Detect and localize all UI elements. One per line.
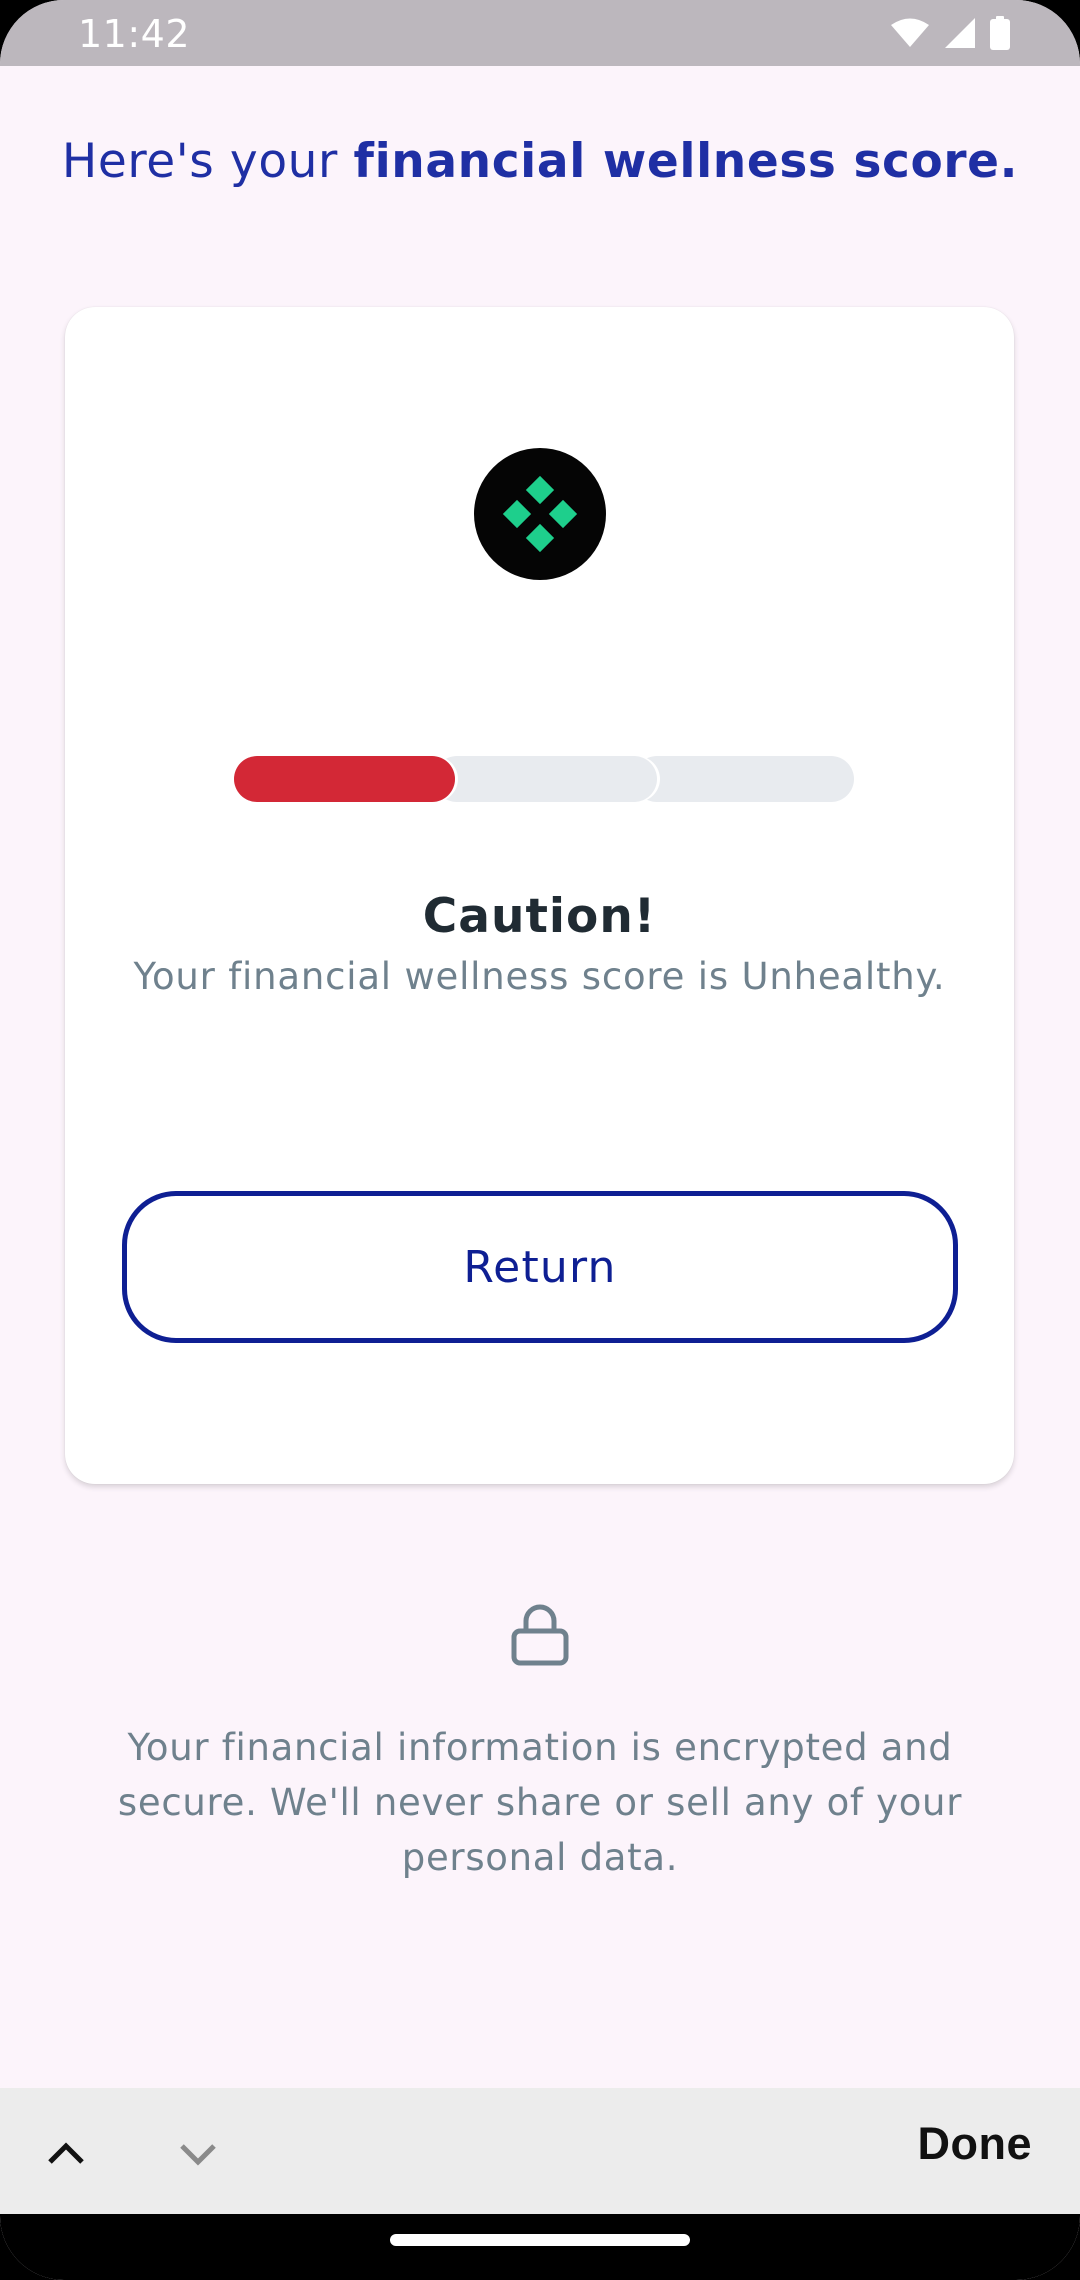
battery-icon [990, 16, 1010, 50]
score-bar [234, 756, 854, 802]
return-button[interactable]: Return [122, 1191, 958, 1343]
app-screen: 11:42 Here's your financial wellness sco… [0, 0, 1080, 2280]
score-card: Caution! Your financial wellness score i… [65, 307, 1014, 1484]
status-icons [890, 16, 1010, 50]
headline-emphasis: financial wellness score. [353, 134, 1019, 189]
lock-icon [511, 1604, 569, 1666]
diamond-grid-logo-icon [474, 448, 606, 580]
chevron-down-icon[interactable] [176, 2132, 220, 2176]
score-segment-3 [634, 756, 854, 802]
headline-prefix: Here's your [61, 134, 354, 189]
home-indicator[interactable] [390, 2234, 690, 2246]
signal-icon [945, 18, 975, 48]
status-time: 11:42 [78, 12, 191, 56]
done-button[interactable]: Done [918, 2118, 1033, 2170]
score-segment-1-filled [234, 756, 455, 802]
score-segment-2 [434, 756, 657, 802]
score-status-title: Caution! [422, 889, 657, 944]
security-notice: Your financial information is encrypted … [117, 1726, 963, 1879]
page-headline: Here's your financial wellness score. [0, 134, 1080, 189]
keyboard-accessory-bar: Done [0, 2088, 1080, 2214]
score-status-subtitle: Your financial wellness score is Unhealt… [133, 955, 946, 998]
navigation-bar [0, 2214, 1080, 2280]
chevron-up-icon[interactable] [44, 2132, 88, 2176]
status-bar: 11:42 [0, 0, 1080, 66]
wifi-icon [891, 18, 929, 47]
